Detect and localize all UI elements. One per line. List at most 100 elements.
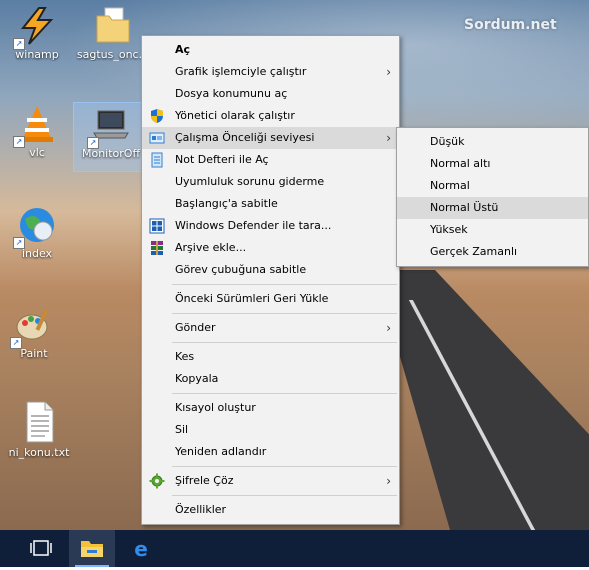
notepad-icon <box>149 152 165 168</box>
menu-item-restore-previous-versions[interactable]: Önceki Sürümleri Geri Yükle <box>142 288 399 310</box>
submenu-item-label: Gerçek Zamanlı <box>430 245 518 258</box>
menu-item-label: Şifrele Çöz <box>175 474 234 487</box>
menu-item-label: Arşive ekle... <box>175 241 247 254</box>
submenu-item-normal[interactable]: Normal <box>397 175 588 197</box>
shortcut-arrow-icon: ↗ <box>87 137 99 149</box>
desktop-icon-label: sagtus_onc... <box>76 48 150 61</box>
menu-item-run-as-admin[interactable]: Yönetici olarak çalıştır <box>142 105 399 127</box>
desktop-icon-label: vlc <box>29 146 45 159</box>
winamp-icon: ↗ <box>13 6 57 50</box>
svg-text:e: e <box>134 537 148 561</box>
menu-item-label: Yeniden adlandır <box>175 445 267 458</box>
menu-item-troubleshoot-compatibility[interactable]: Uyumluluk sorunu giderme <box>142 171 399 193</box>
text-file-icon <box>19 400 59 443</box>
menu-item-label: Özellikler <box>175 503 227 516</box>
submenu-item-label: Yüksek <box>430 223 468 236</box>
paint-icon: ↗ <box>10 305 54 349</box>
menu-item-delete[interactable]: Sil <box>142 419 399 441</box>
desktop-icon-vlc[interactable]: ↗ vlc <box>0 104 74 159</box>
shortcut-arrow-icon: ↗ <box>13 237 25 249</box>
uac-shield-icon <box>149 108 165 124</box>
submenu-item-realtime[interactable]: Gerçek Zamanlı <box>397 241 588 263</box>
menu-item-open-with-notepad[interactable]: Not Defteri ile Aç <box>142 149 399 171</box>
menu-item-open[interactable]: Aç <box>142 39 399 61</box>
menu-item-label: Kısayol oluştur <box>175 401 256 414</box>
submenu-item-low[interactable]: Düşük <box>397 131 588 153</box>
file-explorer-icon <box>81 541 103 557</box>
desktop-icon-winamp[interactable]: ↗ winamp <box>0 6 74 61</box>
desktop-icon-label: ni_konu.txt <box>8 446 70 459</box>
desktop-icon-label: index <box>21 247 53 260</box>
menu-item-properties[interactable]: Özellikler <box>142 499 399 521</box>
menu-item-label: Yönetici olarak çalıştır <box>175 109 295 122</box>
menu-item-label: Görev çubuğuna sabitle <box>175 263 307 276</box>
submenu-item-label: Normal altı <box>430 157 491 170</box>
menu-item-run-with-gpu[interactable]: Grafik işlemciyle çalıştır › <box>142 61 399 83</box>
desktop-icon-index[interactable]: ↗ index <box>0 205 74 260</box>
menu-item-label: Uyumluluk sorunu giderme <box>175 175 325 188</box>
edge-button[interactable]: e <box>118 530 164 567</box>
submenu-item-below-normal[interactable]: Normal altı <box>397 153 588 175</box>
menu-separator <box>172 495 397 496</box>
menu-item-label: Dosya konumunu aç <box>175 87 288 100</box>
menu-separator <box>172 284 397 285</box>
menu-item-pin-to-taskbar[interactable]: Görev çubuğuna sabitle <box>142 259 399 281</box>
menu-item-cut[interactable]: Kes <box>142 346 399 368</box>
folder-icon <box>93 6 133 46</box>
menu-item-encrypt-decrypt[interactable]: Şifrele Çöz › <box>142 470 399 492</box>
vlc-icon: ↗ <box>13 104 57 148</box>
task-view-button[interactable] <box>18 530 64 567</box>
menu-item-scan-with-defender[interactable]: Windows Defender ile tara... <box>142 215 399 237</box>
taskbar: e <box>0 530 589 567</box>
menu-item-label: Sil <box>175 423 189 436</box>
chevron-right-icon: › <box>386 131 391 145</box>
task-view-icon <box>30 540 52 556</box>
menu-item-copy[interactable]: Kopyala <box>142 368 399 390</box>
submenu-item-high[interactable]: Yüksek <box>397 219 588 241</box>
menu-item-label: Gönder <box>175 321 216 334</box>
edge-icon: e <box>134 537 148 561</box>
priority-submenu: Düşük Normal altı Normal Normal Üstü Yük… <box>396 127 589 267</box>
file-explorer-button[interactable] <box>69 530 115 567</box>
menu-separator <box>172 466 397 467</box>
chevron-right-icon: › <box>386 65 391 79</box>
menu-item-rename[interactable]: Yeniden adlandır <box>142 441 399 463</box>
menu-separator <box>172 313 397 314</box>
menu-item-label: Not Defteri ile Aç <box>175 153 269 166</box>
menu-item-label: Çalışma Önceliği seviyesi <box>175 131 315 144</box>
submenu-item-label: Normal <box>430 179 470 192</box>
menu-item-send-to[interactable]: Gönder › <box>142 317 399 339</box>
desktop-icon-folder[interactable]: sagtus_onc... <box>76 6 150 61</box>
menu-item-label: Kopyala <box>175 372 219 385</box>
watermark: Sordum.net <box>464 17 557 33</box>
menu-item-label: Kes <box>175 350 195 363</box>
windows-defender-icon <box>149 218 165 234</box>
menu-item-label: Başlangıç'a sabitle <box>175 197 278 210</box>
submenu-item-label: Normal Üstü <box>430 201 499 214</box>
submenu-item-above-normal[interactable]: Normal Üstü <box>397 197 588 219</box>
menu-separator <box>172 342 397 343</box>
menu-item-create-shortcut[interactable]: Kısayol oluştur <box>142 397 399 419</box>
desktop-icon-monitoroff[interactable]: ↗ MonitorOff <box>73 102 149 172</box>
context-menu: Aç Grafik işlemciyle çalıştır › Dosya ko… <box>141 35 400 525</box>
menu-item-label: Aç <box>175 43 191 56</box>
menu-item-add-to-archive[interactable]: Arşive ekle... <box>142 237 399 259</box>
menu-item-open-file-location[interactable]: Dosya konumunu aç <box>142 83 399 105</box>
gear-icon <box>149 473 165 489</box>
shortcut-arrow-icon: ↗ <box>13 136 25 148</box>
menu-item-label: Önceki Sürümleri Geri Yükle <box>175 292 329 305</box>
desktop-icon-paint[interactable]: ↗ Paint <box>0 305 71 360</box>
shortcut-arrow-icon: ↗ <box>10 337 22 349</box>
menu-separator <box>172 393 397 394</box>
priority-window-icon <box>149 130 165 146</box>
menu-item-label: Grafik işlemciyle çalıştır <box>175 65 307 78</box>
menu-item-label: Windows Defender ile tara... <box>175 219 332 232</box>
desktop-icon-label: winamp <box>15 48 59 61</box>
desktop-icon-text-file[interactable]: ni_konu.txt <box>2 400 76 459</box>
submenu-item-label: Düşük <box>430 135 465 148</box>
laptop-icon: ↗ <box>87 105 131 149</box>
desktop-icon-label: MonitorOff <box>81 147 141 160</box>
menu-item-pin-to-start[interactable]: Başlangıç'a sabitle <box>142 193 399 215</box>
menu-item-priority-level[interactable]: Çalışma Önceliği seviyesi › <box>142 127 399 149</box>
chevron-right-icon: › <box>386 474 391 488</box>
